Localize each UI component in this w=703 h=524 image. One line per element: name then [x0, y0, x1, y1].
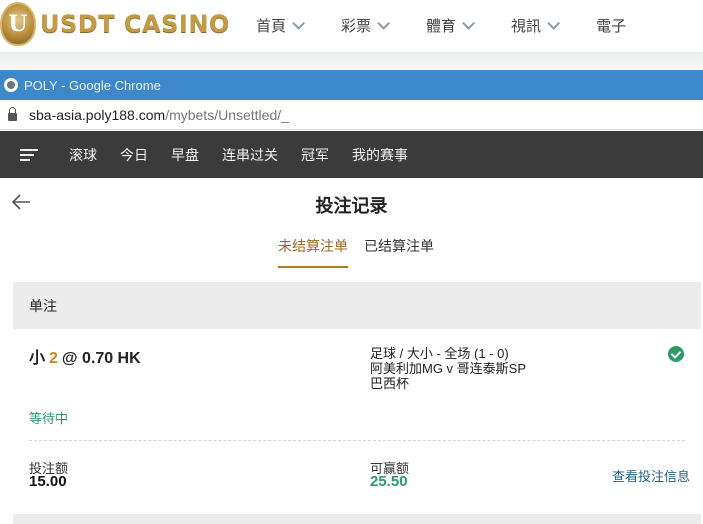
address-bar[interactable]: sba-asia.poly188.com/mybets/Unsettled/_	[0, 100, 703, 130]
win-value: 25.50	[370, 473, 408, 490]
chevron-down-icon	[377, 17, 391, 30]
market-type: 足球 / 大小 - 全场 (1 - 0)	[370, 346, 509, 361]
sports-nav: 滚球 今日 早盘 连串过关 冠军 我的赛事	[0, 131, 703, 178]
tab-parlay[interactable]: 连串过关	[222, 145, 278, 165]
tab-settled[interactable]: 已结算注单	[364, 236, 434, 268]
nav-item-home[interactable]: 首頁	[256, 15, 306, 36]
url-host: sba-asia.poly188.com	[29, 106, 166, 123]
logo-badge-icon: U	[0, 2, 36, 46]
nav-item-electronic[interactable]: 電子	[596, 15, 626, 36]
casino-logo[interactable]: U USDT CASINO	[0, 2, 230, 46]
selection-line: 2	[49, 350, 58, 367]
chevron-down-icon	[547, 17, 561, 30]
tab-early[interactable]: 早盘	[171, 145, 199, 165]
bet-tabs: 未结算注单 已结算注单	[278, 236, 450, 268]
chevron-down-icon	[292, 17, 306, 30]
header-shadow	[0, 52, 703, 70]
tab-today[interactable]: 今日	[120, 145, 148, 165]
nav-item-lottery[interactable]: 彩票	[341, 15, 391, 36]
chrome-app-icon	[4, 78, 18, 92]
next-section-strip	[13, 514, 701, 524]
page-title: 投注记录	[315, 196, 388, 216]
bet-selection: 小 2 @ 0.70 HK	[29, 344, 141, 368]
nav-item-label: 電子	[596, 18, 627, 35]
competition-name: 巴西杯	[370, 376, 410, 391]
chevron-down-icon	[462, 17, 476, 30]
lock-icon	[8, 106, 17, 121]
match-name: 阿美利加MG v 哥连泰斯SP	[370, 361, 527, 376]
view-bet-info-link[interactable]: 查看投注信息	[612, 466, 690, 485]
bet-status: 等待中	[29, 411, 69, 426]
check-icon	[668, 346, 684, 362]
market-info: 足球 / 大小 - 全场 (1 - 0) 阿美利加MG v 哥连泰斯SP 巴西杯	[370, 346, 526, 391]
divider	[29, 440, 685, 441]
chrome-titlebar[interactable]: POLY - Google Chrome	[0, 70, 703, 100]
tab-live[interactable]: 滚球	[69, 145, 97, 165]
nav-item-label: 視訊	[511, 18, 542, 35]
stake-value: 15.00	[29, 473, 67, 490]
tab-unsettled[interactable]: 未结算注单	[278, 236, 348, 268]
casino-nav: 首頁 彩票 體育 視訊 電子	[256, 15, 666, 36]
selection-name: 小	[29, 350, 46, 367]
casino-header: U USDT CASINO 首頁 彩票 體育 視訊 電子	[0, 0, 703, 52]
nav-item-label: 體育	[426, 18, 457, 35]
nav-item-sports[interactable]: 體育	[426, 15, 476, 36]
nav-item-label: 彩票	[341, 18, 372, 35]
tab-my-events[interactable]: 我的赛事	[352, 145, 408, 165]
logo-text: USDT CASINO	[40, 10, 230, 38]
url-path: /mybets/Unsettled/_	[165, 106, 289, 123]
bet-odds: @ 0.70 HK	[61, 350, 141, 367]
nav-item-video[interactable]: 視訊	[511, 15, 561, 36]
section-header: 单注	[13, 282, 701, 329]
tab-outright[interactable]: 冠军	[301, 145, 329, 165]
menu-icon[interactable]	[20, 146, 38, 164]
nav-item-label: 首頁	[256, 18, 287, 35]
section-label: 单注	[29, 297, 57, 314]
window-title: POLY - Google Chrome	[24, 77, 161, 93]
